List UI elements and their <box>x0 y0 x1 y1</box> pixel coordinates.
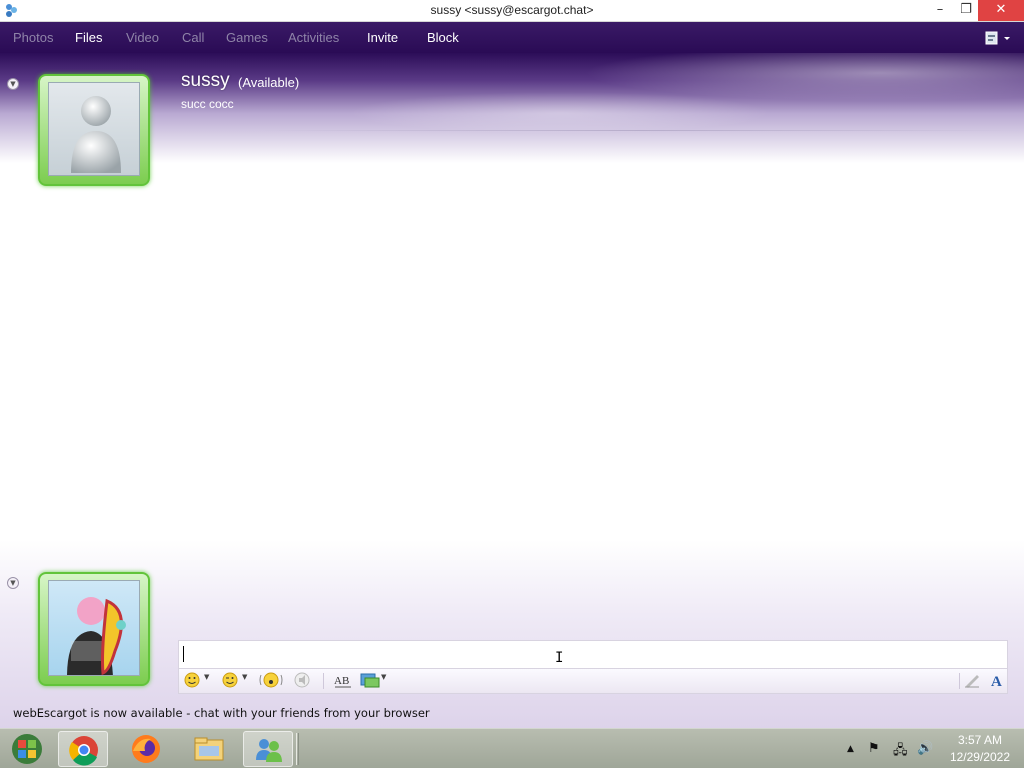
contact-header <box>0 53 1024 163</box>
my-avatar-image <box>48 580 140 676</box>
toolbar-separator-right <box>959 673 960 689</box>
title-bar: sussy <sussy@escargot.chat> – ❐ ✕ <box>0 0 1024 22</box>
clock-time[interactable]: 3:57 AM <box>958 733 1002 747</box>
svg-text:AB: AB <box>334 675 349 687</box>
network-icon[interactable]: 🖧 <box>893 741 908 763</box>
collapse-self-icon[interactable]: ▼ <box>7 577 19 589</box>
emoticon-icon[interactable] <box>183 671 201 691</box>
ibeam-cursor-icon: I <box>555 650 564 666</box>
action-center-flag-icon[interactable]: ⚑ <box>868 741 880 756</box>
volume-icon[interactable]: 🔊 <box>917 741 933 756</box>
menu-block[interactable]: Block <box>427 30 459 45</box>
taskbar-chrome[interactable] <box>58 731 108 767</box>
wink-icon[interactable] <box>221 671 239 691</box>
emoticon-dropdown-icon[interactable]: ▼ <box>204 673 209 681</box>
taskbar-messenger[interactable] <box>243 731 293 767</box>
maximize-button[interactable]: ❐ <box>952 0 980 21</box>
menu-bar: Photos Files Video Call Games Activities… <box>0 22 1024 53</box>
file-explorer-icon <box>194 737 224 761</box>
toolbar-separator <box>323 673 324 689</box>
taskbar-divider <box>296 733 299 765</box>
firefox-icon <box>132 735 160 763</box>
text-format-icon[interactable]: A <box>988 671 1006 691</box>
notice-banner[interactable]: webEscargot is now available - chat with… <box>13 706 430 720</box>
surfer-avatar-icon <box>67 597 126 675</box>
background-icon[interactable] <box>360 671 380 691</box>
start-button[interactable] <box>2 731 52 767</box>
contact-status: (Available) <box>238 75 300 90</box>
menu-call[interactable]: Call <box>182 30 204 45</box>
handwriting-icon[interactable] <box>963 671 981 691</box>
collapse-contact-icon[interactable]: ▼ <box>7 78 19 90</box>
contact-avatar-image <box>48 82 140 176</box>
minimize-button[interactable]: – <box>926 0 954 21</box>
text-caret <box>183 646 184 662</box>
conversation-area[interactable] <box>0 163 1024 540</box>
compose-toolbar: ▼ ▼ AB ▼ A <box>178 668 1008 694</box>
contact-personal-message: succ cocc <box>181 97 234 111</box>
header-divider <box>260 130 1020 131</box>
taskbar-firefox[interactable] <box>121 731 171 767</box>
close-button[interactable]: ✕ <box>978 0 1024 21</box>
contact-name: sussy <box>181 70 230 91</box>
taskbar: ▲ ⚑ 🖧 🔊 3:57 AM 12/29/2022 <box>0 728 1024 768</box>
window-title: sussy <sussy@escargot.chat> <box>430 3 594 17</box>
svg-text:A: A <box>991 674 1002 689</box>
menu-photos[interactable]: Photos <box>13 30 53 45</box>
background-dropdown-icon[interactable]: ▼ <box>381 673 386 681</box>
wink-dropdown-icon[interactable]: ▼ <box>242 673 247 681</box>
font-icon[interactable]: AB <box>333 671 353 691</box>
compose-area-background <box>0 540 1024 728</box>
clock-date[interactable]: 12/29/2022 <box>950 750 1010 764</box>
chrome-icon <box>69 736 98 766</box>
menu-activities[interactable]: Activities <box>288 30 339 45</box>
message-input[interactable] <box>178 640 1008 668</box>
layout-icon <box>985 31 1010 45</box>
menu-files[interactable]: Files <box>75 30 102 45</box>
menu-games[interactable]: Games <box>226 30 268 45</box>
taskbar-file-explorer[interactable] <box>184 731 234 767</box>
nudge-icon[interactable] <box>259 671 283 691</box>
menu-invite[interactable]: Invite <box>367 30 398 45</box>
my-avatar[interactable] <box>38 572 150 686</box>
tray-expand-icon[interactable]: ▲ <box>847 744 854 754</box>
layout-options-button[interactable] <box>984 29 1014 47</box>
messenger-icon <box>256 739 282 762</box>
voice-clip-icon[interactable] <box>293 671 311 691</box>
start-orb-icon <box>12 734 42 764</box>
menu-video[interactable]: Video <box>126 30 159 45</box>
